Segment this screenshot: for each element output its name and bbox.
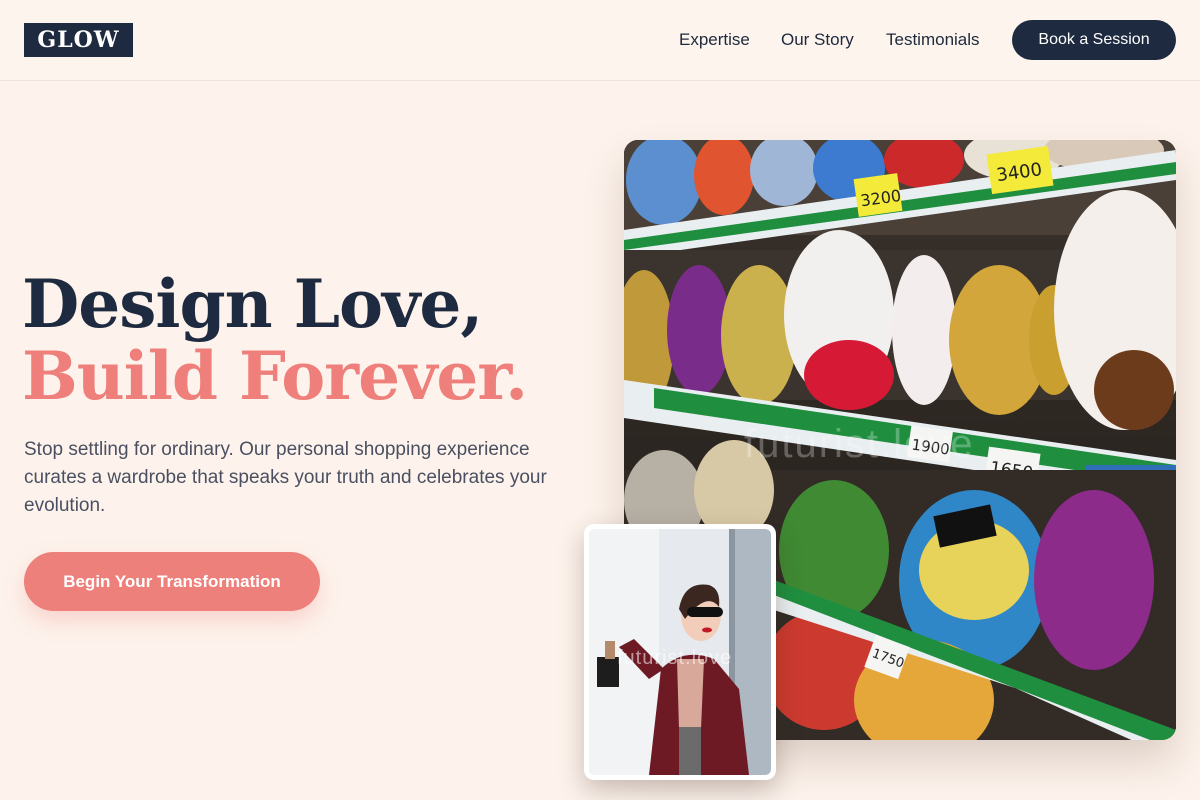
woman-shopping-photo: futurist.love [584, 524, 776, 780]
begin-transformation-button[interactable]: Begin Your Transformation [24, 552, 320, 611]
logo[interactable]: GLOW [24, 23, 133, 57]
nav-link-testimonials[interactable]: Testimonials [886, 29, 980, 51]
nav-link-our-story[interactable]: Our Story [781, 29, 854, 51]
inset-photo-watermark: futurist.love [617, 647, 733, 669]
hero-title-line-2: Build Forever. [22, 337, 528, 415]
hero-title-line-1: Design Love, [22, 265, 483, 343]
book-session-button[interactable]: Book a Session [1012, 20, 1176, 60]
site-header: GLOW Expertise Our Story Testimonials Bo… [0, 0, 1200, 81]
hero-subtitle: Stop settling for ordinary. Our personal… [24, 439, 547, 516]
hero-title: Design Love, Build Forever. [22, 268, 582, 412]
nav-link-expertise[interactable]: Expertise [679, 29, 750, 51]
main-photo-watermark: futurist.love [744, 422, 975, 466]
